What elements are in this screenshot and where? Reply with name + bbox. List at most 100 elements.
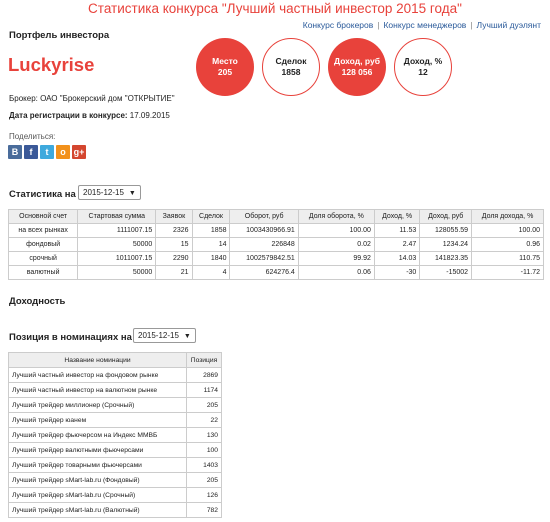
- stats-table: Основной счет Стартовая сумма Заявок Сделок…: [7, 209, 544, 280]
- nomination-position-cell: 130: [186, 427, 222, 443]
- nominations-column-header: Название номинации: [8, 352, 187, 368]
- table-row: на всех рынках 1111007.15 2326 1858 10034309…: [7, 223, 544, 238]
- nomination-name-cell: Лучший трейдер валютными фьючерсами: [8, 442, 187, 458]
- table-cell: 2326: [155, 223, 193, 238]
- portfolio-label: Портфель инвестора: [9, 30, 110, 41]
- table-row: валютный 50000 21 4 624276.4 0.06 -30 -15002 -11…: [7, 265, 544, 280]
- income-rub-label: Доход, руб: [334, 56, 380, 66]
- link-managers-contest[interactable]: Конкурс менеджеров: [383, 20, 466, 30]
- table-cell: 50000: [77, 265, 157, 280]
- link-brokers-contest[interactable]: Конкурс брокеров: [303, 20, 374, 30]
- table-row: Лучший частный инвестор на фондовом рынк…: [8, 367, 222, 383]
- stats-column-header: Стартовая сумма: [77, 209, 157, 224]
- share-label: Поделиться:: [9, 132, 56, 141]
- table-cell: 0.06: [297, 265, 375, 280]
- twitter-icon[interactable]: t: [40, 145, 54, 159]
- table-row: Лучший трейдер валютными фьючерсами 100: [8, 442, 222, 458]
- place-circle: Место 205: [196, 38, 254, 96]
- stats-column-header: Оборот, руб: [229, 209, 299, 224]
- facebook-icon[interactable]: f: [24, 145, 38, 159]
- nominations-column-header: Позиция: [186, 352, 222, 368]
- table-cell: 1003430966.91: [229, 223, 299, 238]
- nominations-table: Название номинации Позиция Лучший частный…: [8, 352, 222, 518]
- link-separator: |: [377, 20, 380, 30]
- table-cell: 226848: [229, 237, 299, 252]
- nomination-name-cell: Лучший трейдер миллионер (Срочный): [8, 397, 187, 413]
- table-cell: 1002579842.51: [229, 251, 299, 266]
- table-row: Лучший трейдер миллионер (Срочный) 205: [8, 397, 222, 413]
- nomination-position-cell: 126: [186, 487, 222, 503]
- broker-label: Брокер:: [9, 94, 38, 103]
- share-buttons: Bf t o g+: [8, 145, 86, 159]
- registration-date: 17.09.2015: [129, 111, 170, 120]
- table-row: Лучший трейдер sMart-lab.ru (Валютный) 78…: [8, 502, 222, 518]
- income-section-title: Доходность: [9, 296, 66, 307]
- table-cell: 1111007.15: [77, 223, 157, 238]
- table-cell: 2290: [155, 251, 193, 266]
- table-cell: 1840: [191, 251, 231, 266]
- table-cell: 128055.59: [419, 223, 473, 238]
- table-row: Лучший трейдер sMart-lab.ru (Срочный) 126: [8, 487, 222, 503]
- nominations-label: Позиция в номинациях на: [9, 332, 132, 343]
- nomination-name-cell: Лучший частный инвестор на фондовом рынк…: [8, 367, 187, 383]
- table-row: фондовый 50000 15 14 226848 0.02 2.47 1234.24 0.…: [7, 237, 544, 252]
- nomination-position-cell: 2869: [186, 367, 222, 383]
- top-links: Конкурс брокеров | Конкурс менеджеров | Лучш…: [303, 20, 541, 30]
- nomination-position-cell: 205: [186, 472, 222, 488]
- income-rub-value: 128 056: [341, 67, 373, 77]
- stats-date-value: 2015-12-15: [83, 188, 124, 197]
- stats-column-header: Сделок: [191, 209, 231, 224]
- table-cell: 141823.35: [419, 251, 473, 266]
- nomination-position-cell: 782: [186, 502, 222, 518]
- table-cell: -11.72: [471, 265, 544, 280]
- stats-table-header: Основной счет Стартовая сумма Заявок Сделок…: [7, 209, 544, 224]
- table-cell: 2.47: [373, 237, 421, 252]
- nomination-position-cell: 22: [186, 412, 222, 428]
- registration-label: Дата регистрации в конкурсе:: [9, 111, 128, 120]
- nomination-name-cell: Лучший трейдер sMart-lab.ru (Срочный): [8, 487, 187, 503]
- table-row: Лучший трейдер sMart-lab.ru (Фондовый) 20…: [8, 472, 222, 488]
- vk-icon[interactable]: B: [8, 145, 22, 159]
- market-name-cell: валютный: [7, 265, 79, 280]
- stats-column-header: Доля оборота, %: [297, 209, 375, 224]
- deals-label: Сделок: [275, 56, 307, 66]
- page-title: Статистика конкурса "Лучший частный инве…: [88, 1, 462, 16]
- nominations-date-select[interactable]: 2015-12-15 ▼: [133, 328, 196, 343]
- market-name-cell: на всех рынках: [7, 223, 79, 238]
- investor-name: Luckyrise: [8, 54, 95, 75]
- deals-circle: Сделок 1858: [262, 38, 320, 96]
- nomination-name-cell: Лучший трейдер юанем: [8, 412, 187, 428]
- table-cell: 110.75: [471, 251, 544, 266]
- table-cell: 1858: [191, 223, 231, 238]
- google-plus-icon[interactable]: g+: [72, 145, 86, 159]
- income-pct-value: 12: [418, 67, 428, 77]
- nomination-position-cell: 205: [186, 397, 222, 413]
- nomination-name-cell: Лучший трейдер sMart-lab.ru (Фондовый): [8, 472, 187, 488]
- nomination-position-cell: 1174: [186, 382, 222, 398]
- stats-column-header: Заявок: [155, 209, 193, 224]
- table-row: Лучший трейдер товарными фьючерсами 1403: [8, 457, 222, 473]
- link-best-duelist[interactable]: Лучший дуэлянт: [477, 20, 541, 30]
- odnoklassniki-icon[interactable]: o: [56, 145, 70, 159]
- table-cell: 11.53: [373, 223, 421, 238]
- stats-date-select[interactable]: 2015-12-15 ▼: [78, 185, 141, 200]
- place-value: 205: [217, 67, 233, 77]
- nomination-position-cell: 100: [186, 442, 222, 458]
- table-row: Лучший трейдер фьючерсом на Индекс ММВБ 1…: [8, 427, 222, 443]
- table-cell: 50000: [77, 237, 157, 252]
- nominations-date-value: 2015-12-15: [138, 331, 179, 340]
- broker-value: ОАО "Брокерский дом "ОТКРЫТИЕ": [40, 94, 175, 103]
- table-cell: 99.92: [297, 251, 375, 266]
- deals-value: 1858: [281, 67, 301, 77]
- table-cell: -15002: [419, 265, 473, 280]
- table-cell: 21: [155, 265, 193, 280]
- stats-label: Статистика на: [9, 189, 76, 200]
- table-row: срочный 1011007.15 2290 1840 1002579842.51 99…: [7, 251, 544, 266]
- income-rub-circle: Доход, руб 128 056: [328, 38, 386, 96]
- dropdown-arrow-icon: ▼: [128, 190, 136, 197]
- place-label: Место: [212, 56, 238, 66]
- broker-line: Брокер: ОАО "Брокерский дом "ОТКРЫТИЕ": [9, 94, 175, 103]
- table-row: Лучший частный инвестор на валютном рынк…: [8, 382, 222, 398]
- table-cell: -30: [373, 265, 421, 280]
- table-cell: 14: [191, 237, 231, 252]
